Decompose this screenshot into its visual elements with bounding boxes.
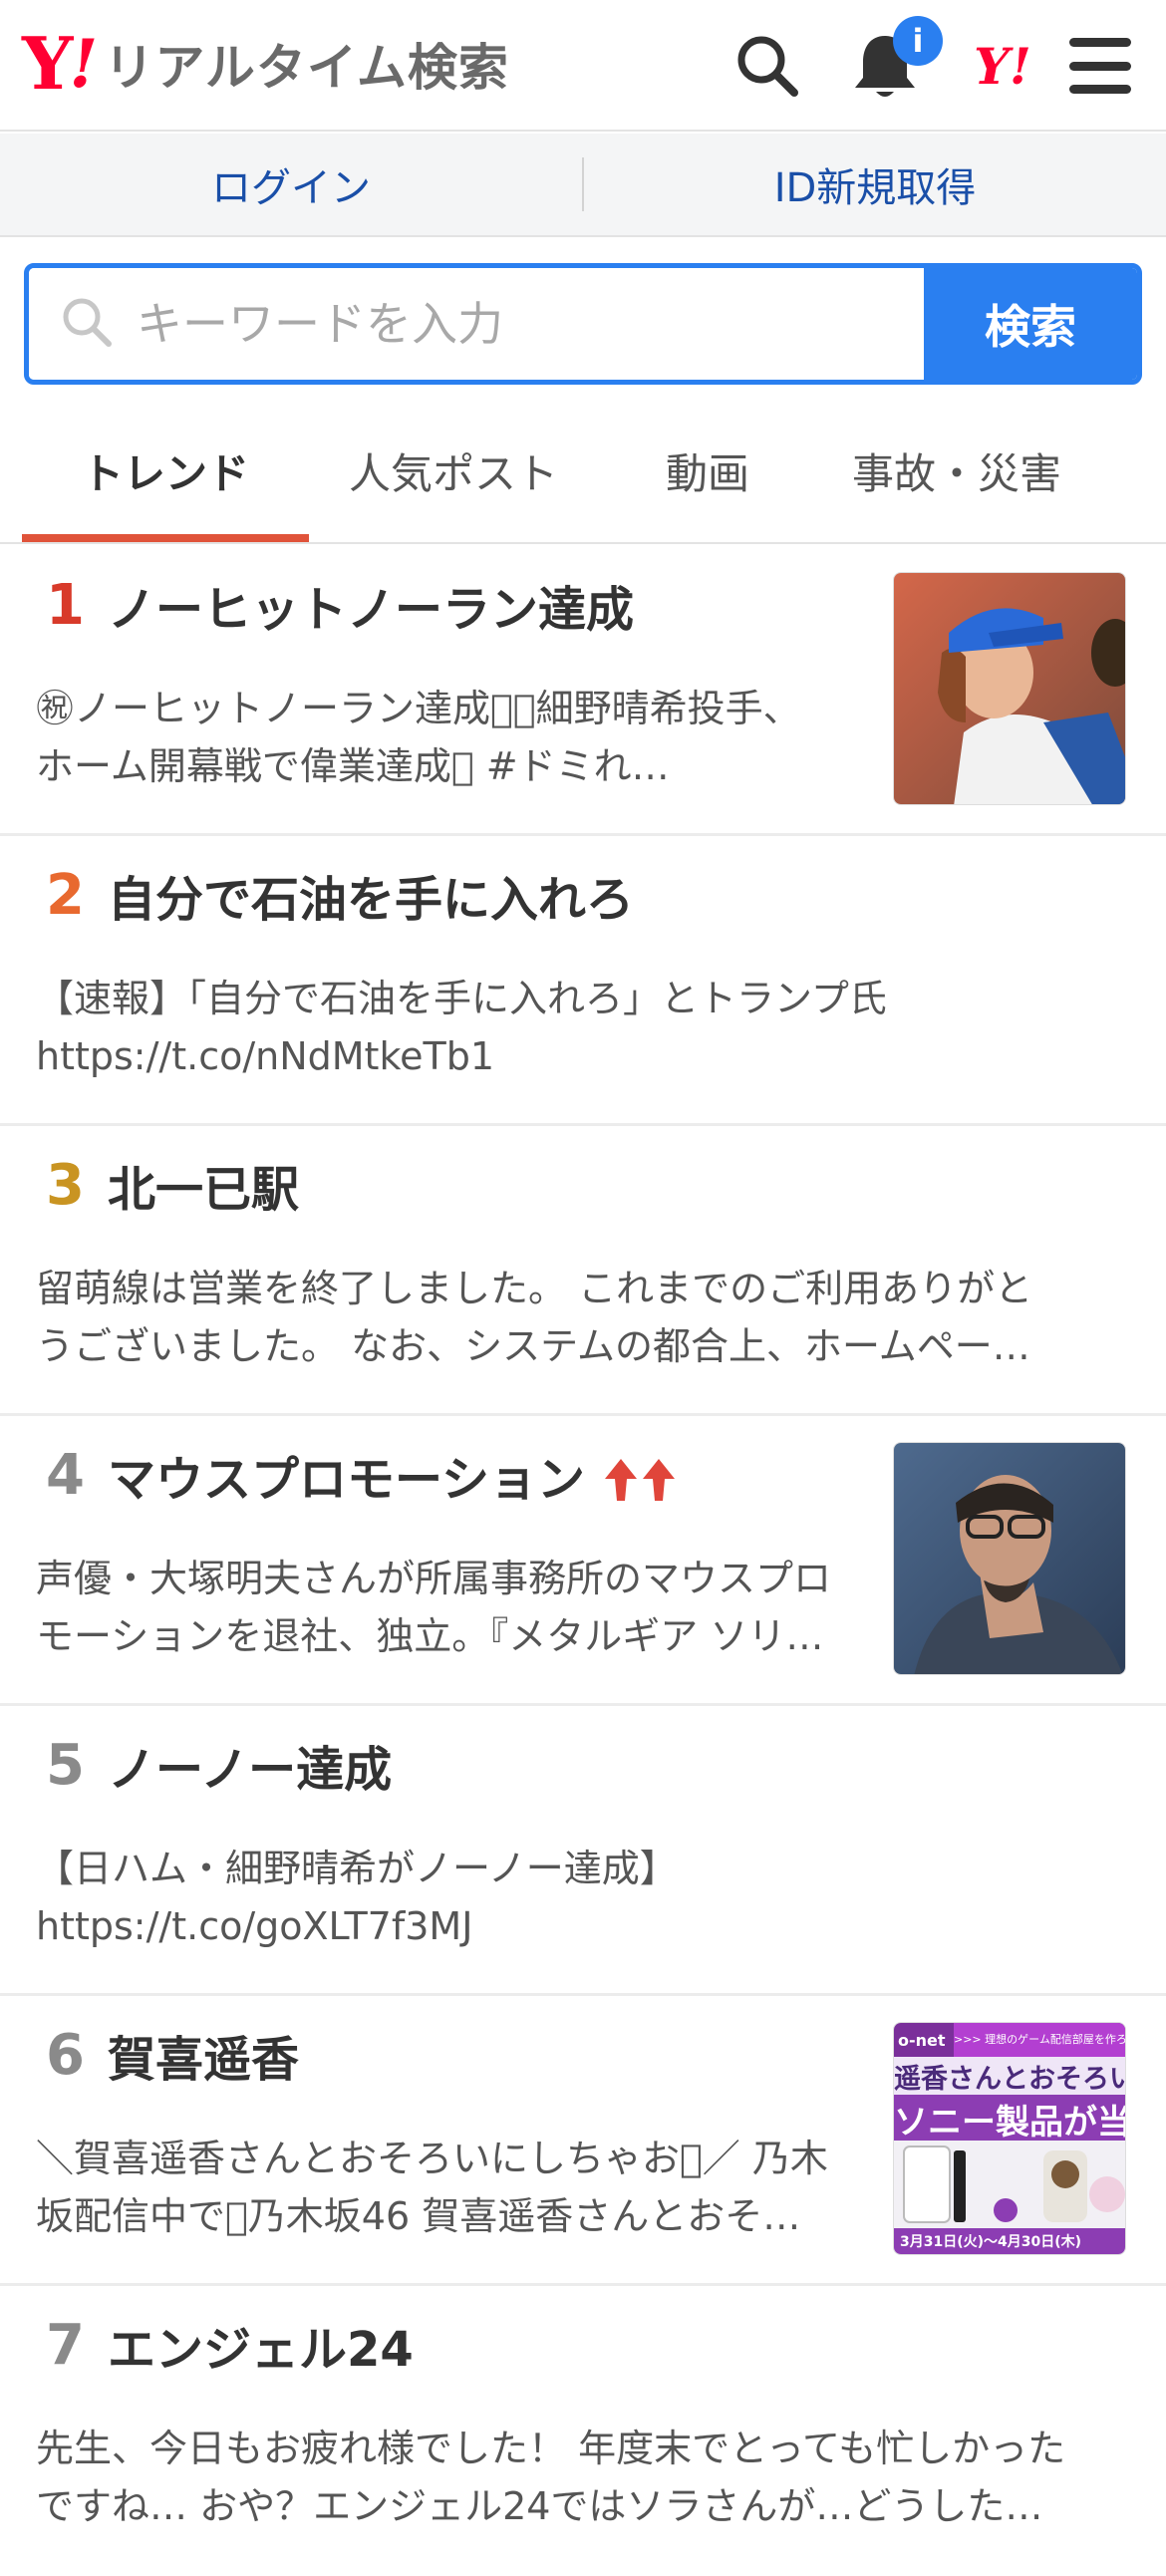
trend-description: 先生、今日もお疲れ様でした！ 年度末でとっても忙しかった ですね… おや？エンジ… <box>36 2427 1066 2528</box>
search-button[interactable]: 検索 <box>924 268 1137 380</box>
trend-title-text: エンジェル24 <box>108 2322 414 2378</box>
rank-number: 7 <box>46 2313 85 2378</box>
rank-number: 4 <box>46 1443 85 1508</box>
promo-headline-bottom: ソニー製品が当 <box>894 2095 1125 2141</box>
trend-item[interactable]: 4 マウスプロモーション 声優・大塚明夫さんが所属事務所のマウスプロ モーション… <box>0 1416 1166 1706</box>
trend-title-text: 賀喜遥香 <box>108 2032 300 2088</box>
search-field-icon <box>59 294 115 354</box>
man-portrait-thumbnail[interactable] <box>893 1442 1126 1675</box>
baseball-pitcher-thumbnail[interactable] <box>893 572 1126 805</box>
trend-description: 【速報】「自分で石油を手に入れろ」とトランプ氏 https://t.co/nNd… <box>36 977 887 1078</box>
trend-item[interactable]: 7 エンジェル24 先生、今日もお疲れ様でした！ 年度末でとっても忙しかった で… <box>0 2286 1166 2576</box>
search-input[interactable] <box>137 297 894 351</box>
trend-description: 【日ハム・細野晴希がノーノー達成】 https://t.co/goXLT7f3M… <box>36 1847 678 1948</box>
trend-title[interactable]: マウスプロモーション <box>108 1450 681 1510</box>
trend-title[interactable]: ノーノー達成 <box>108 1740 392 1800</box>
login-link[interactable]: ログイン <box>0 155 582 213</box>
trend-title-text: マウスプロモーション <box>108 1452 586 1508</box>
logo-y: Y <box>22 21 73 106</box>
promo-brand: o-net <box>898 2030 946 2050</box>
rank-number: 1 <box>46 573 85 638</box>
login-bar: ログイン ID新規取得 <box>0 134 1166 237</box>
tab-trend[interactable]: トレンド <box>22 399 309 542</box>
trend-title[interactable]: エンジェル24 <box>108 2320 414 2380</box>
trend-item[interactable]: 1 ノーヒットノーラン達成 ㊗ノーヒットノーラン達成  細野晴希投手、 ホーム開… <box>0 546 1166 836</box>
rank-number: 5 <box>46 1733 85 1798</box>
trend-title[interactable]: 自分で石油を手に入れろ <box>108 870 634 930</box>
trend-title-text: 北一已駅 <box>108 1162 300 1218</box>
tab-accident-disaster[interactable]: 事故・災害 <box>817 399 1096 542</box>
trend-description: ㊗ノーヒットノーラン達成  細野晴希投手、 ホーム開幕戦で偉業達成  #ドミれ… <box>36 687 801 788</box>
trend-item[interactable]: 5 ノーノー達成 【日ハム・細野晴希がノーノー達成】 https://t.co/… <box>0 1706 1166 1996</box>
tab-video[interactable]: 動画 <box>598 399 817 542</box>
trend-title-text: 自分で石油を手に入れろ <box>108 872 635 928</box>
rank-number: 2 <box>46 863 85 928</box>
trend-title-text: ノーヒットノーラン達成 <box>108 582 635 638</box>
yahoo-realtime-logo[interactable]: Y ! リアルタイム検索 <box>22 21 509 106</box>
trend-title-text: ノーノー達成 <box>108 1742 393 1798</box>
trend-item[interactable]: 2 自分で石油を手に入れろ 【速報】「自分で石油を手に入れろ」とトランプ氏 ht… <box>0 836 1166 1126</box>
hamburger-menu-icon[interactable] <box>1066 32 1134 100</box>
trend-item[interactable]: 6 賀喜遥香 ＼賀喜遥香さんとおそろいにしちゃお ／ 乃木 坂配信中で 乃木坂4… <box>0 1996 1166 2286</box>
trend-title[interactable]: 賀喜遥香 <box>108 2030 299 2090</box>
notification-badge: i <box>893 16 943 66</box>
trend-item[interactable]: 3 北一已駅 留萌線は営業を終了しました。 これまでのご利用ありがと うございま… <box>0 1126 1166 1416</box>
trend-description: 声優・大塚明夫さんが所属事務所のマウスプロ モーションを退社、独立。『メタルギア… <box>36 1557 832 1658</box>
rank-number: 6 <box>46 2023 85 2088</box>
yahoo-japan-icon[interactable]: Y! <box>963 36 1042 96</box>
search-icon[interactable] <box>731 30 803 102</box>
trend-description: 留萌線は営業を終了しました。 これまでのご利用ありがと うございました。 なお、… <box>36 1267 1033 1368</box>
trend-description: ＼賀喜遥香さんとおそろいにしちゃお ／ 乃木 坂配信中で 乃木坂46 賀喜遥香さ… <box>36 2137 828 2238</box>
search-field[interactable] <box>29 268 924 380</box>
category-tabs: トレンド 人気ポスト 動画 事故・災害 <box>0 399 1166 544</box>
sony-promo-thumbnail[interactable]: o-net >>> 理想のゲーム配信部屋を作ろ 遥香さんとおそろいの ソニー製品… <box>893 2022 1126 2255</box>
promo-tag: >>> 理想のゲーム配信部屋を作ろ <box>954 2023 1125 2057</box>
logo-text: リアルタイム検索 <box>104 39 509 97</box>
trending-up-icon <box>601 1455 681 1505</box>
promo-headline-top: 遥香さんとおそろいの <box>894 2057 1125 2095</box>
rank-number: 3 <box>46 1153 85 1218</box>
app-header: Y ! リアルタイム検索 i Y! <box>0 0 1166 132</box>
tab-popular-posts[interactable]: 人気ポスト <box>309 399 598 542</box>
register-link[interactable]: ID新規取得 <box>584 155 1166 213</box>
logo-bang: ! <box>69 25 99 103</box>
trend-title[interactable]: ノーヒットノーラン達成 <box>108 580 634 640</box>
promo-dates: 3月31日(火)～4月30日(木) <box>894 2228 1125 2254</box>
trend-list: 1 ノーヒットノーラン達成 ㊗ノーヒットノーラン達成  細野晴希投手、 ホーム開… <box>0 546 1166 2576</box>
search-bar: 検索 <box>24 263 1142 385</box>
trend-title[interactable]: 北一已駅 <box>108 1160 299 1220</box>
